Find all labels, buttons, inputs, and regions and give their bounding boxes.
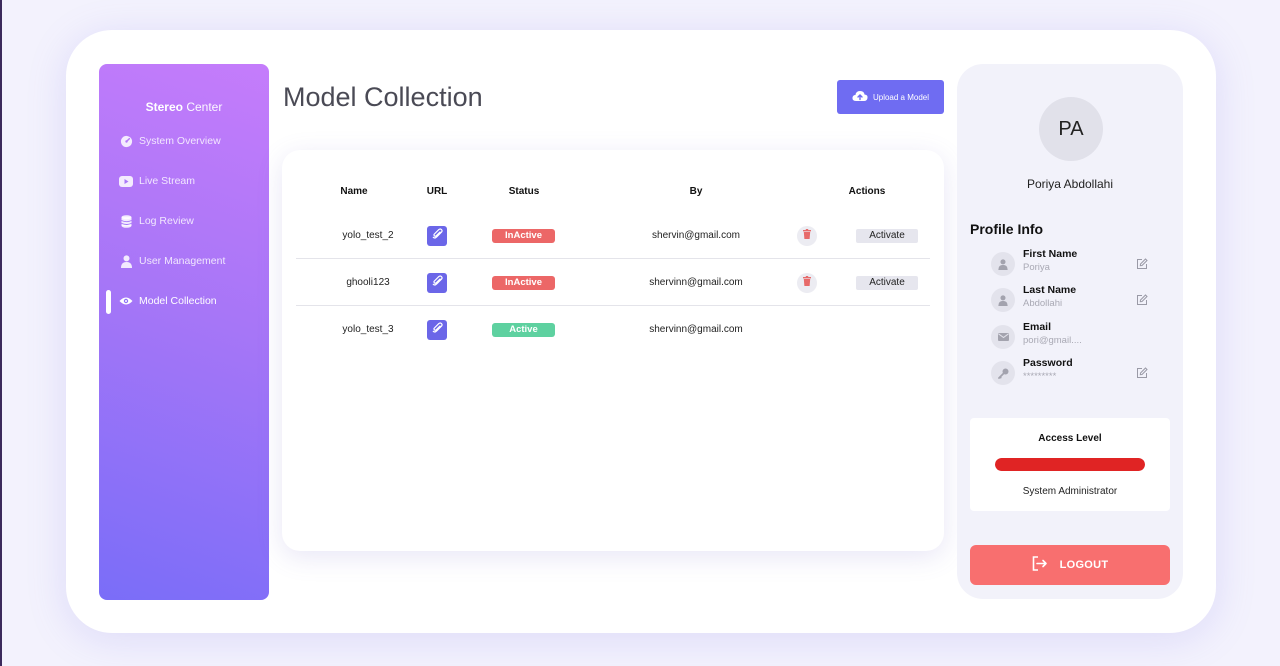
brand: Stereo Center: [99, 100, 269, 114]
field-label: Email: [1023, 321, 1052, 333]
model-name: yolo_test_2: [342, 230, 394, 241]
paperclip-icon: [432, 228, 443, 243]
profile-field-password: Password *********: [991, 357, 1161, 387]
sidebar-item-label: System Overview: [139, 135, 221, 147]
avatar: PA: [1039, 97, 1103, 161]
status-badge: InActive: [492, 228, 555, 243]
field-label: Last Name: [1023, 284, 1077, 296]
url-link-button[interactable]: [427, 319, 447, 340]
envelope-icon: [991, 325, 1015, 349]
access-level-title: Access Level: [1038, 433, 1102, 444]
field-label: First Name: [1023, 248, 1078, 260]
sidebar-item-label: User Management: [139, 255, 226, 267]
column-header-url: URL: [426, 186, 448, 197]
field-value: *********: [1023, 371, 1057, 382]
access-level-fill: [995, 458, 1145, 471]
active-indicator: [106, 290, 111, 314]
field-value: Abdollahi: [1023, 298, 1063, 309]
model-name: yolo_test_3: [342, 324, 394, 335]
edit-icon[interactable]: [1136, 257, 1148, 269]
upload-model-button[interactable]: Upload a Model: [837, 80, 944, 114]
profile-name: Poriya Abdollahi: [1026, 177, 1114, 191]
sidebar-item-live-stream[interactable]: Live Stream: [119, 171, 195, 191]
created-by: shervinn@gmail.com: [649, 324, 743, 335]
brand-light: Center: [186, 100, 223, 114]
access-role: System Administrator: [1022, 486, 1118, 497]
created-by: shervin@gmail.com: [652, 230, 740, 241]
status-badge: Active: [492, 322, 555, 337]
window-edge: [0, 0, 2, 666]
delete-button[interactable]: [797, 225, 817, 246]
edit-icon[interactable]: [1136, 366, 1148, 378]
edit-icon[interactable]: [1136, 293, 1148, 305]
table-row: ghooli123 InActive shervinn@gmail.com Ac…: [296, 259, 930, 306]
profile-field-email: Email pori@gmail....: [991, 321, 1161, 351]
column-header-by: By: [689, 186, 703, 197]
sidebar-item-label: Live Stream: [139, 175, 196, 187]
column-header-name: Name: [340, 186, 368, 197]
status-badge: InActive: [492, 275, 555, 290]
table-row: yolo_test_2 InActive shervin@gmail.com A…: [296, 212, 930, 259]
model-table-card: Name URL Status By Actions yolo_test_2 I…: [282, 150, 944, 551]
dashboard-icon: [119, 134, 133, 148]
paperclip-icon: [432, 275, 443, 290]
video-icon: [119, 174, 133, 188]
key-icon: [991, 361, 1015, 385]
model-name: ghooli123: [346, 277, 390, 288]
field-label: Password: [1023, 357, 1073, 369]
sidebar-item-label: Model Collection: [139, 295, 217, 307]
profile-info-title: Profile Info: [970, 221, 1044, 237]
sidebar-item-label: Log Review: [139, 215, 194, 227]
url-link-button[interactable]: [427, 225, 447, 246]
profile-field-first-name: First Name Poriya: [991, 248, 1161, 278]
table-row: yolo_test_3 Active shervinn@gmail.com: [296, 306, 930, 353]
access-level-bar: [995, 458, 1145, 471]
column-header-status: Status: [508, 186, 540, 197]
profile-panel: PA Poriya Abdollahi Profile Info First N…: [957, 64, 1183, 599]
url-link-button[interactable]: [427, 272, 447, 293]
database-icon: [119, 214, 133, 228]
activate-button[interactable]: Activate: [856, 228, 918, 243]
trash-icon: [803, 229, 811, 242]
logout-label: LOGOUT: [1059, 559, 1109, 571]
sidebar-item-model-collection[interactable]: Model Collection: [119, 291, 217, 311]
logout-icon: [1032, 556, 1048, 574]
brand-bold: Stereo: [145, 100, 183, 114]
access-level-card: Access Level System Administrator: [970, 418, 1170, 511]
field-value: pori@gmail....: [1023, 335, 1082, 346]
activate-button[interactable]: Activate: [856, 275, 918, 290]
trash-icon: [803, 276, 811, 289]
eye-icon: [119, 294, 133, 308]
cloud-upload-icon: [852, 90, 868, 104]
delete-button[interactable]: [797, 272, 817, 293]
sidebar-item-log-review[interactable]: Log Review: [119, 211, 194, 231]
user-icon: [119, 254, 133, 268]
created-by: shervinn@gmail.com: [649, 277, 743, 288]
paperclip-icon: [432, 322, 443, 337]
logout-button[interactable]: LOGOUT: [970, 545, 1170, 585]
user-icon: [991, 288, 1015, 312]
column-header-actions: Actions: [848, 186, 886, 197]
sidebar: Stereo Center System Overview Live Strea…: [99, 64, 269, 600]
user-icon: [991, 252, 1015, 276]
upload-model-label: Upload a Model: [872, 92, 930, 102]
page-title: Model Collection: [283, 82, 483, 112]
sidebar-item-system-overview[interactable]: System Overview: [119, 131, 221, 151]
field-value: Poriya: [1023, 262, 1050, 273]
profile-field-last-name: Last Name Abdollahi: [991, 284, 1161, 314]
sidebar-item-user-management[interactable]: User Management: [119, 251, 225, 271]
